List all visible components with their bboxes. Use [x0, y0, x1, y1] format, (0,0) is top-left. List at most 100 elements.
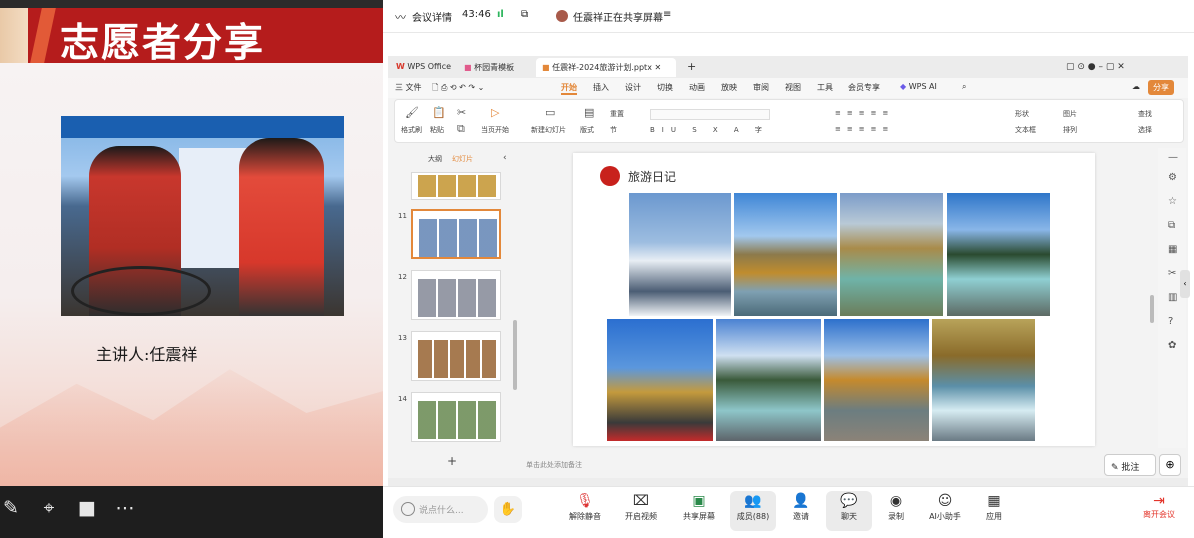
arrange-label[interactable]: 排列	[1063, 125, 1077, 135]
thumbnail-13[interactable]	[411, 331, 501, 381]
star-icon[interactable]: ☆	[1168, 196, 1177, 207]
photo-forest-river	[947, 193, 1050, 316]
share-button[interactable]: 分享	[1148, 80, 1174, 95]
tools-icon[interactable]: ✂	[1168, 268, 1176, 279]
menu-design[interactable]: 设计	[625, 82, 641, 93]
members-button[interactable]: 👥 成员(88)	[730, 491, 776, 531]
annotate-button[interactable]: ✎ 批注	[1104, 454, 1156, 476]
menu-tools[interactable]: 工具	[817, 82, 833, 93]
thumbnail-scrollbar[interactable]	[513, 320, 517, 390]
menu-transition[interactable]: 切换	[657, 82, 673, 93]
menu-home[interactable]: 开始	[561, 82, 577, 95]
font-select[interactable]	[650, 109, 770, 120]
align-icons[interactable]: ≡≡≡≡≡	[835, 125, 894, 133]
help-icon[interactable]: ?	[1168, 316, 1173, 327]
quick-access-icons[interactable]: 🗋 ⎙ ⟲ ↶ ↷ ⌄	[432, 82, 484, 96]
minus-icon[interactable]: —	[1168, 152, 1178, 163]
play-icon[interactable]: ▷	[491, 106, 499, 119]
leave-meeting-button[interactable]: ⇥ 离开会议	[1136, 493, 1182, 520]
play-current-label[interactable]: 当页开始	[481, 125, 509, 135]
apps-button[interactable]: ▦ 应用	[971, 491, 1017, 531]
cloud-icon[interactable]: ☁	[1132, 82, 1140, 91]
more-icon[interactable]: ⋯	[114, 497, 136, 519]
focus-icon[interactable]: ⌖	[38, 497, 60, 519]
record-button[interactable]: ◉ 录制	[873, 491, 919, 531]
new-slide-label[interactable]: 新建幻灯片	[531, 125, 566, 135]
tab-wps-office[interactable]: W WPS Office	[390, 58, 457, 77]
layout-label[interactable]: 版式	[580, 125, 594, 135]
photo-riverbank	[824, 319, 929, 441]
chat-button[interactable]: 💬 聊天	[826, 491, 872, 531]
paste-icon[interactable]: 📋	[432, 106, 446, 119]
photo-rapids	[932, 319, 1035, 441]
zoom-icon[interactable]: ⊕	[1159, 454, 1181, 476]
screen-share-icon: ▣	[692, 493, 706, 509]
sharing-status: 任震祥正在共享屏幕	[573, 13, 663, 24]
layout-icon[interactable]: ▤	[584, 106, 594, 119]
find-label[interactable]: 查找	[1138, 109, 1152, 119]
search-icon[interactable]: ⌕	[962, 82, 966, 92]
thumbnail-14[interactable]	[411, 392, 501, 442]
video-off-icon: ⌧	[632, 493, 650, 509]
slide-scrollbar[interactable]	[1150, 295, 1154, 323]
pen-icon[interactable]: ✎	[0, 497, 22, 519]
new-slide-icon[interactable]: ▭	[545, 106, 555, 119]
font-style-icons[interactable]: BIU S X A 字	[650, 125, 769, 135]
copy-icon[interactable]: ⧉	[457, 122, 465, 136]
menu-wps-ai[interactable]: ◆ WPS AI	[900, 82, 937, 91]
thumbnail-12[interactable]	[411, 270, 501, 320]
members-icon: 👥	[744, 493, 762, 509]
cut-icon[interactable]: ✂	[457, 106, 466, 119]
select-label[interactable]: 选择	[1138, 125, 1152, 135]
unmute-button[interactable]: 🎙 解除静音	[562, 491, 608, 531]
section-label[interactable]: 节	[610, 125, 617, 135]
tab-slides[interactable]: 幻灯片	[452, 154, 473, 164]
notes-placeholder[interactable]: 单击此处添加备注	[526, 460, 582, 470]
invite-button[interactable]: 👤 邀请	[778, 491, 824, 531]
copy-icon[interactable]: ⧉	[1168, 220, 1175, 231]
tab-template[interactable]: ■ 杯园青模板	[458, 58, 520, 77]
emoji-icon[interactable]	[401, 502, 415, 516]
window-controls[interactable]: ▢ ⊙ ● – ▢ ✕	[1060, 58, 1131, 77]
paragraph-icons[interactable]: ≡≡≡≡≡	[835, 109, 894, 117]
thumbnail-10[interactable]	[411, 172, 501, 200]
collapse-icon[interactable]: ‹	[503, 153, 507, 163]
settings-icon[interactable]: ⚙	[1168, 172, 1177, 183]
picture-label[interactable]: 图片	[1063, 109, 1077, 119]
share-screen-button[interactable]: ▣ 共享屏幕	[676, 491, 722, 531]
ai-assistant-button[interactable]: ☺ AI小助手	[922, 491, 968, 531]
menu-slideshow[interactable]: 放映	[721, 82, 737, 93]
gift-icon[interactable]: ✿	[1168, 340, 1176, 351]
tab-pptx[interactable]: ■ 任震祥-2024旅游计划.pptx ✕	[536, 58, 676, 77]
chart-icon[interactable]: ▦	[1168, 244, 1177, 255]
photo-autumn-river	[734, 193, 837, 316]
format-painter-label[interactable]: 格式刷	[401, 125, 422, 135]
menu-insert[interactable]: 插入	[593, 82, 609, 93]
shape-label[interactable]: 形状	[1015, 109, 1029, 119]
menu-member[interactable]: 会员专享	[848, 82, 880, 93]
thumbnail-11[interactable]	[411, 209, 501, 259]
menu-view[interactable]: 视图	[785, 82, 801, 93]
book-icon[interactable]: ▥	[1168, 292, 1177, 303]
tab-outline[interactable]: 大纲	[428, 154, 442, 164]
menu-file[interactable]: 三 文件	[395, 82, 422, 93]
meeting-details[interactable]: 会议详情	[412, 9, 452, 24]
side-collapse-icon[interactable]: ‹	[1180, 270, 1190, 298]
paste-label[interactable]: 粘贴	[430, 125, 444, 135]
raise-hand-icon[interactable]: ✋	[494, 496, 522, 523]
menu-review[interactable]: 审阅	[753, 82, 769, 93]
menu-animation[interactable]: 动画	[689, 82, 705, 93]
photo-g219-sign	[607, 319, 713, 441]
text-box-label[interactable]: 文本框	[1015, 125, 1036, 135]
popout-icon[interactable]: ⧉	[521, 9, 528, 20]
camera-icon[interactable]: ■	[76, 497, 98, 519]
reset-label[interactable]: 重置	[610, 109, 624, 119]
add-slide-icon[interactable]: +	[447, 454, 457, 468]
format-painter-icon[interactable]: 🖌	[405, 106, 419, 119]
new-tab-icon[interactable]: +	[681, 58, 702, 77]
meeting-timer: 43:46	[462, 9, 491, 20]
sharing-menu-icon[interactable]: ≡	[663, 9, 671, 20]
start-video-button[interactable]: ⌧ 开启视频	[618, 491, 664, 531]
speaker-label: 主讲人:任震祥	[96, 345, 198, 364]
apps-icon: ▦	[987, 493, 1001, 509]
